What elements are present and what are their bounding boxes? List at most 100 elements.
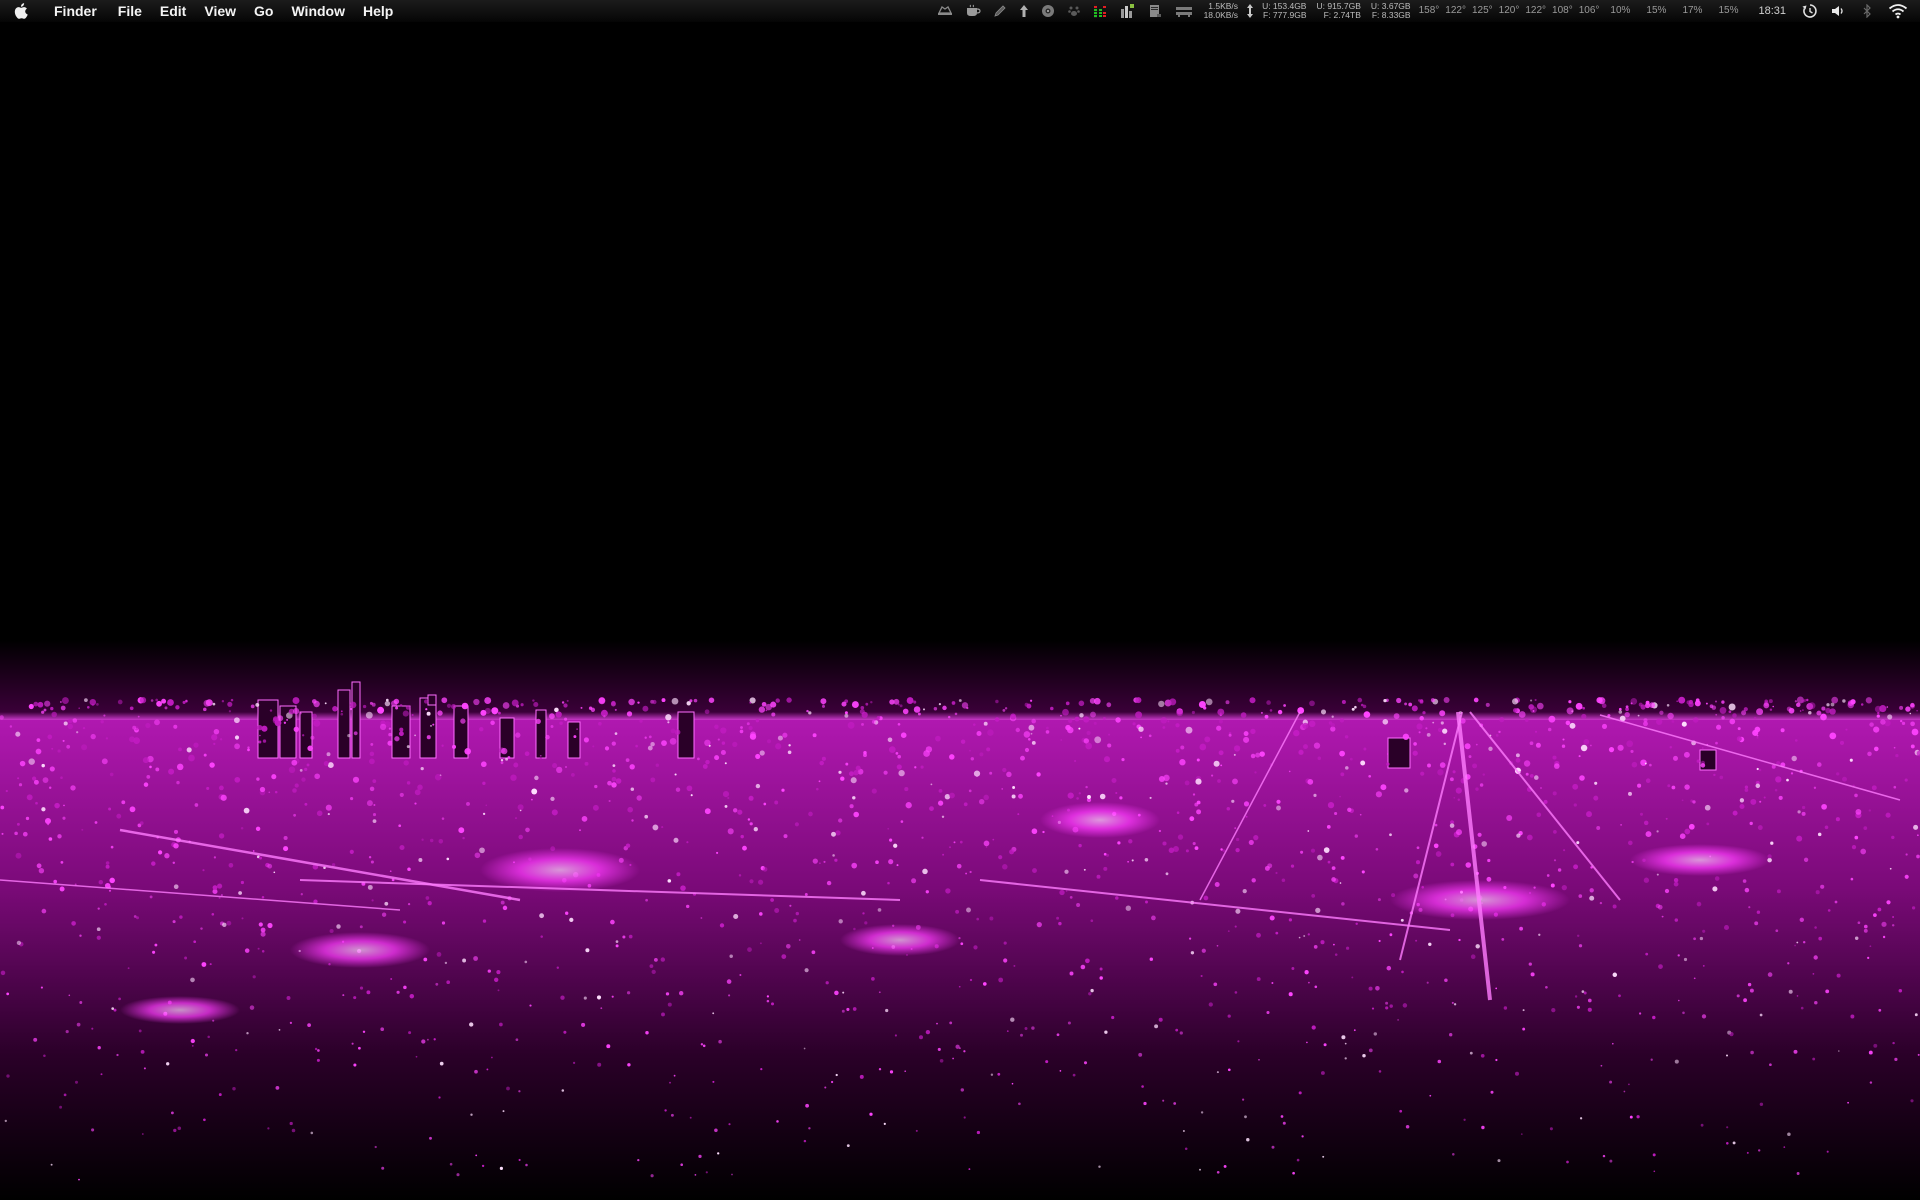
- city-light: [1515, 757, 1521, 763]
- bluetooth-icon[interactable]: [1852, 0, 1882, 22]
- city-light: [1176, 811, 1180, 814]
- city-light: [352, 776, 360, 783]
- city-light: [1180, 745, 1185, 750]
- city-light: [212, 702, 216, 706]
- city-light: [1331, 877, 1336, 882]
- city-light: [1910, 1099, 1914, 1103]
- city-light: [865, 702, 869, 706]
- city-light: [941, 815, 945, 819]
- city-light: [1233, 753, 1236, 756]
- city-light: [628, 698, 635, 706]
- city-light: [770, 701, 777, 708]
- city-light: [1898, 988, 1903, 993]
- city-light: [429, 1136, 432, 1140]
- city-light: [559, 721, 563, 725]
- network-throughput[interactable]: 1.5KB/s 18.0KB/s: [1199, 0, 1244, 22]
- city-light: [1787, 962, 1790, 965]
- city-light: [87, 706, 90, 709]
- city-light: [1456, 829, 1462, 836]
- time-machine-icon[interactable]: [1796, 0, 1824, 22]
- city-light: [1096, 874, 1101, 879]
- city-light: [1360, 703, 1364, 707]
- city-light: [418, 858, 423, 862]
- city-light: [1368, 1048, 1373, 1053]
- city-light: [1228, 733, 1232, 737]
- city-light: [261, 725, 268, 732]
- menu-view[interactable]: View: [195, 0, 245, 22]
- city-light: [1068, 718, 1073, 724]
- city-light: [590, 707, 596, 712]
- pen-icon[interactable]: [987, 0, 1013, 22]
- coffee-cup-icon[interactable]: [959, 0, 987, 22]
- city-light: [1254, 771, 1257, 774]
- city-light: [349, 707, 353, 711]
- upload-arrow-icon[interactable]: [1013, 0, 1035, 22]
- menu-clock[interactable]: 18:31: [1746, 0, 1796, 22]
- city-light: [267, 863, 273, 869]
- city-light: [497, 989, 500, 992]
- city-light: [758, 706, 766, 713]
- city-light: [1700, 763, 1706, 768]
- city-light: [499, 1166, 503, 1170]
- city-light: [1276, 805, 1281, 811]
- city-light: [1732, 713, 1737, 718]
- menu-edit[interactable]: Edit: [151, 0, 195, 22]
- meter-bars-icon[interactable]: [1087, 0, 1113, 22]
- drive-icon[interactable]: [1169, 0, 1199, 22]
- city-light: [888, 859, 894, 865]
- city-light: [91, 1027, 94, 1030]
- cpu-load-readouts[interactable]: 10% 15% 17% 15%: [1602, 0, 1746, 22]
- city-light: [37, 701, 44, 708]
- disk-icon[interactable]: [1035, 0, 1061, 22]
- city-light: [1420, 771, 1425, 776]
- city-light: [1836, 973, 1841, 978]
- menu-go[interactable]: Go: [245, 0, 282, 22]
- city-light: [1017, 813, 1020, 816]
- city-light: [1744, 887, 1750, 893]
- city-light: [765, 709, 768, 712]
- menu-help[interactable]: Help: [354, 0, 402, 22]
- city-light: [502, 1110, 505, 1113]
- desktop[interactable]: Finder File Edit View Go Window Help 1.5…: [0, 0, 1920, 1200]
- app-menu-finder[interactable]: Finder: [44, 0, 109, 22]
- city-light: [1111, 1015, 1115, 1020]
- disk-usage-1[interactable]: U: 153.4GB F: 777.9GB: [1257, 0, 1311, 22]
- city-light: [963, 802, 968, 807]
- city-light: [1196, 758, 1200, 762]
- city-light: [1794, 739, 1798, 742]
- city-light: [789, 904, 792, 907]
- paw-icon[interactable]: [1061, 0, 1087, 22]
- city-light: [845, 762, 849, 766]
- menu-window[interactable]: Window: [282, 0, 354, 22]
- city-light: [1059, 889, 1065, 896]
- menu-file[interactable]: File: [109, 0, 151, 22]
- city-light: [1519, 770, 1522, 773]
- city-light: [1200, 974, 1203, 978]
- city-light: [1775, 929, 1779, 933]
- city-light: [883, 1122, 886, 1125]
- city-light: [600, 1007, 603, 1010]
- printer-icon[interactable]: [1141, 0, 1169, 22]
- volume-icon[interactable]: [1824, 0, 1852, 22]
- wifi-icon[interactable]: [1882, 0, 1914, 22]
- city-light: [1582, 706, 1585, 710]
- city-light: [847, 721, 855, 729]
- city-light: [918, 1035, 924, 1040]
- disk-usage-3[interactable]: U: 3.67GB F: 8.33GB: [1366, 0, 1416, 22]
- city-light: [403, 920, 407, 924]
- temperature-readouts[interactable]: 158° 122° 125° 120° 122° 108° 106°: [1416, 0, 1603, 22]
- apple-menu-icon[interactable]: [0, 0, 44, 22]
- city-light: [727, 796, 730, 800]
- city-light: [669, 738, 677, 745]
- hat-icon[interactable]: [931, 0, 959, 22]
- city-light: [1220, 764, 1223, 767]
- city-light: [1176, 709, 1184, 717]
- city-light: [673, 837, 679, 843]
- city-light: [704, 808, 711, 815]
- city-light: [421, 838, 424, 841]
- city-light: [1036, 921, 1042, 928]
- activity-monitor-icon[interactable]: [1113, 0, 1141, 22]
- city-light: [1242, 888, 1247, 894]
- city-light: [289, 1021, 293, 1025]
- disk-usage-2[interactable]: U: 915.7GB F: 2.74TB: [1311, 0, 1365, 22]
